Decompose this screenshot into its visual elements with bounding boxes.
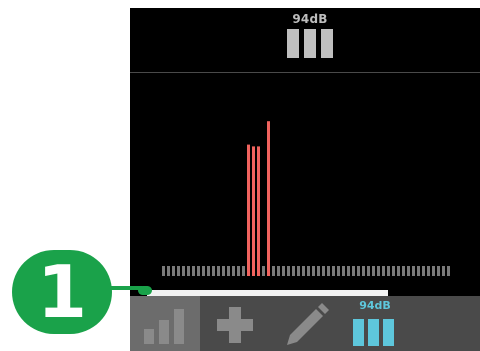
toolbar-level-readout: 94dB — [359, 299, 391, 312]
spectrum-band — [357, 266, 360, 276]
spectrum-band — [337, 266, 340, 276]
spectrum-band — [402, 266, 405, 276]
spectrum-band — [187, 266, 190, 276]
toolbar-level-bar — [353, 319, 364, 346]
spectrum-band — [202, 266, 205, 276]
toolbar-level-bar — [383, 319, 394, 346]
spectrum-band — [367, 266, 370, 276]
spectrum-band — [427, 266, 430, 276]
spectrum-band — [327, 266, 330, 276]
spectrum-peak — [257, 146, 260, 276]
spectrum-band — [172, 266, 175, 276]
callout-badge: 1 — [12, 250, 112, 334]
toolbar-level-bar — [368, 319, 379, 346]
spectrum-display — [130, 72, 480, 283]
level-button[interactable]: 94dB — [340, 296, 410, 351]
spectrum-band — [377, 266, 380, 276]
spectrum-band — [412, 266, 415, 276]
level-readout: 94dB — [292, 12, 328, 26]
toolbar: 94dB — [130, 296, 480, 351]
spectrum-band — [212, 266, 215, 276]
spectrum-peak — [247, 144, 250, 276]
spectrum-band — [292, 266, 295, 276]
edit-button[interactable] — [270, 296, 340, 351]
level-bar — [304, 29, 316, 58]
spectrum-band — [442, 266, 445, 276]
level-bar — [321, 29, 333, 58]
spectrum-band — [192, 266, 195, 276]
spectrum-band — [332, 266, 335, 276]
spectrum-band — [232, 266, 235, 276]
toolbar-level-bars — [353, 319, 394, 346]
spectrum-band — [177, 266, 180, 276]
spectrum-band — [307, 266, 310, 276]
spectrum-band — [282, 266, 285, 276]
spectrum-band — [352, 266, 355, 276]
spectrum-band — [322, 266, 325, 276]
device-screen: 94dB 94dB — [130, 8, 480, 351]
spectrum-band — [197, 266, 200, 276]
plus-icon — [217, 307, 253, 343]
spectrum-band — [242, 266, 245, 276]
spectrum-band — [287, 266, 290, 276]
level-bar — [287, 29, 299, 58]
spectrum-band — [397, 266, 400, 276]
spectrum-band — [372, 266, 375, 276]
bars-icon — [144, 309, 184, 344]
spectrum-band — [392, 266, 395, 276]
spectrum-band — [317, 266, 320, 276]
spectrum-band — [237, 266, 240, 276]
pencil-icon — [287, 303, 329, 345]
spectrum-peak — [252, 146, 255, 276]
spectrum-band — [262, 266, 265, 276]
spectrum-band — [362, 266, 365, 276]
spectrum-band — [162, 266, 165, 276]
spectrum-band — [422, 266, 425, 276]
add-button[interactable] — [200, 296, 270, 351]
spectrum-band — [272, 266, 275, 276]
spectrum-band — [382, 266, 385, 276]
spectrum-band — [447, 266, 450, 276]
spectrum-band — [347, 266, 350, 276]
level-bars — [287, 29, 333, 58]
bars-view-button[interactable] — [130, 296, 200, 351]
spectrum-band — [432, 266, 435, 276]
spectrum-band — [277, 266, 280, 276]
spectrum-band — [407, 266, 410, 276]
callout-number: 1 — [36, 250, 88, 334]
spectrum-band — [182, 266, 185, 276]
spectrum-band — [217, 266, 220, 276]
level-meter: 94dB — [130, 8, 480, 72]
spectrum-band — [387, 266, 390, 276]
slider-handle[interactable] — [138, 286, 152, 295]
spectrum-peak — [267, 121, 270, 276]
spectrum-chart — [162, 121, 450, 276]
spectrum-band — [312, 266, 315, 276]
spectrum-band — [417, 266, 420, 276]
spectrum-band — [222, 266, 225, 276]
spectrum-band — [302, 266, 305, 276]
spectrum-band — [437, 266, 440, 276]
spectrum-band — [167, 266, 170, 276]
spectrum-band — [227, 266, 230, 276]
spectrum-band — [207, 266, 210, 276]
spectrum-band — [297, 266, 300, 276]
spectrum-band — [342, 266, 345, 276]
callout-connector — [108, 286, 142, 290]
